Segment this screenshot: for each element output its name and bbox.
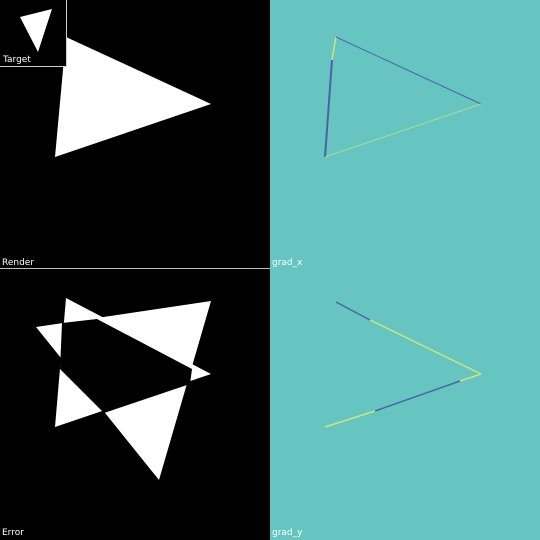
panel-divider <box>0 268 270 269</box>
grad-y-label: grad_y <box>272 528 303 538</box>
grad-x-edge-left <box>331 36 337 61</box>
target-inset: Target <box>0 0 67 67</box>
render-triangle <box>55 37 211 157</box>
grad-y-edge-bottom <box>459 373 482 382</box>
target-label: Target <box>3 55 31 65</box>
error-label: Error <box>2 528 24 538</box>
target-triangle <box>20 9 52 52</box>
grad-x-label: grad_x <box>272 258 303 268</box>
render-panel: Target Render <box>0 0 270 270</box>
grad-y-canvas <box>324 301 482 428</box>
grad-y-edge-top <box>335 301 371 321</box>
grad-x-edge-top <box>335 36 482 105</box>
grad-y-edge-bottom <box>374 380 461 412</box>
error-canvas <box>36 298 211 480</box>
grad-y-panel: grad_y <box>270 270 540 540</box>
grad-x-canvas <box>324 36 482 158</box>
error-panel: Error <box>0 270 270 540</box>
grad-x-edge-bottom <box>324 103 482 158</box>
grad-y-edge-bottom <box>324 410 376 428</box>
grad-y-edge-top <box>369 319 482 375</box>
grad-x-panel: grad_x <box>270 0 540 270</box>
render-label: Render <box>2 258 35 268</box>
grad-x-edge-left <box>324 59 333 158</box>
